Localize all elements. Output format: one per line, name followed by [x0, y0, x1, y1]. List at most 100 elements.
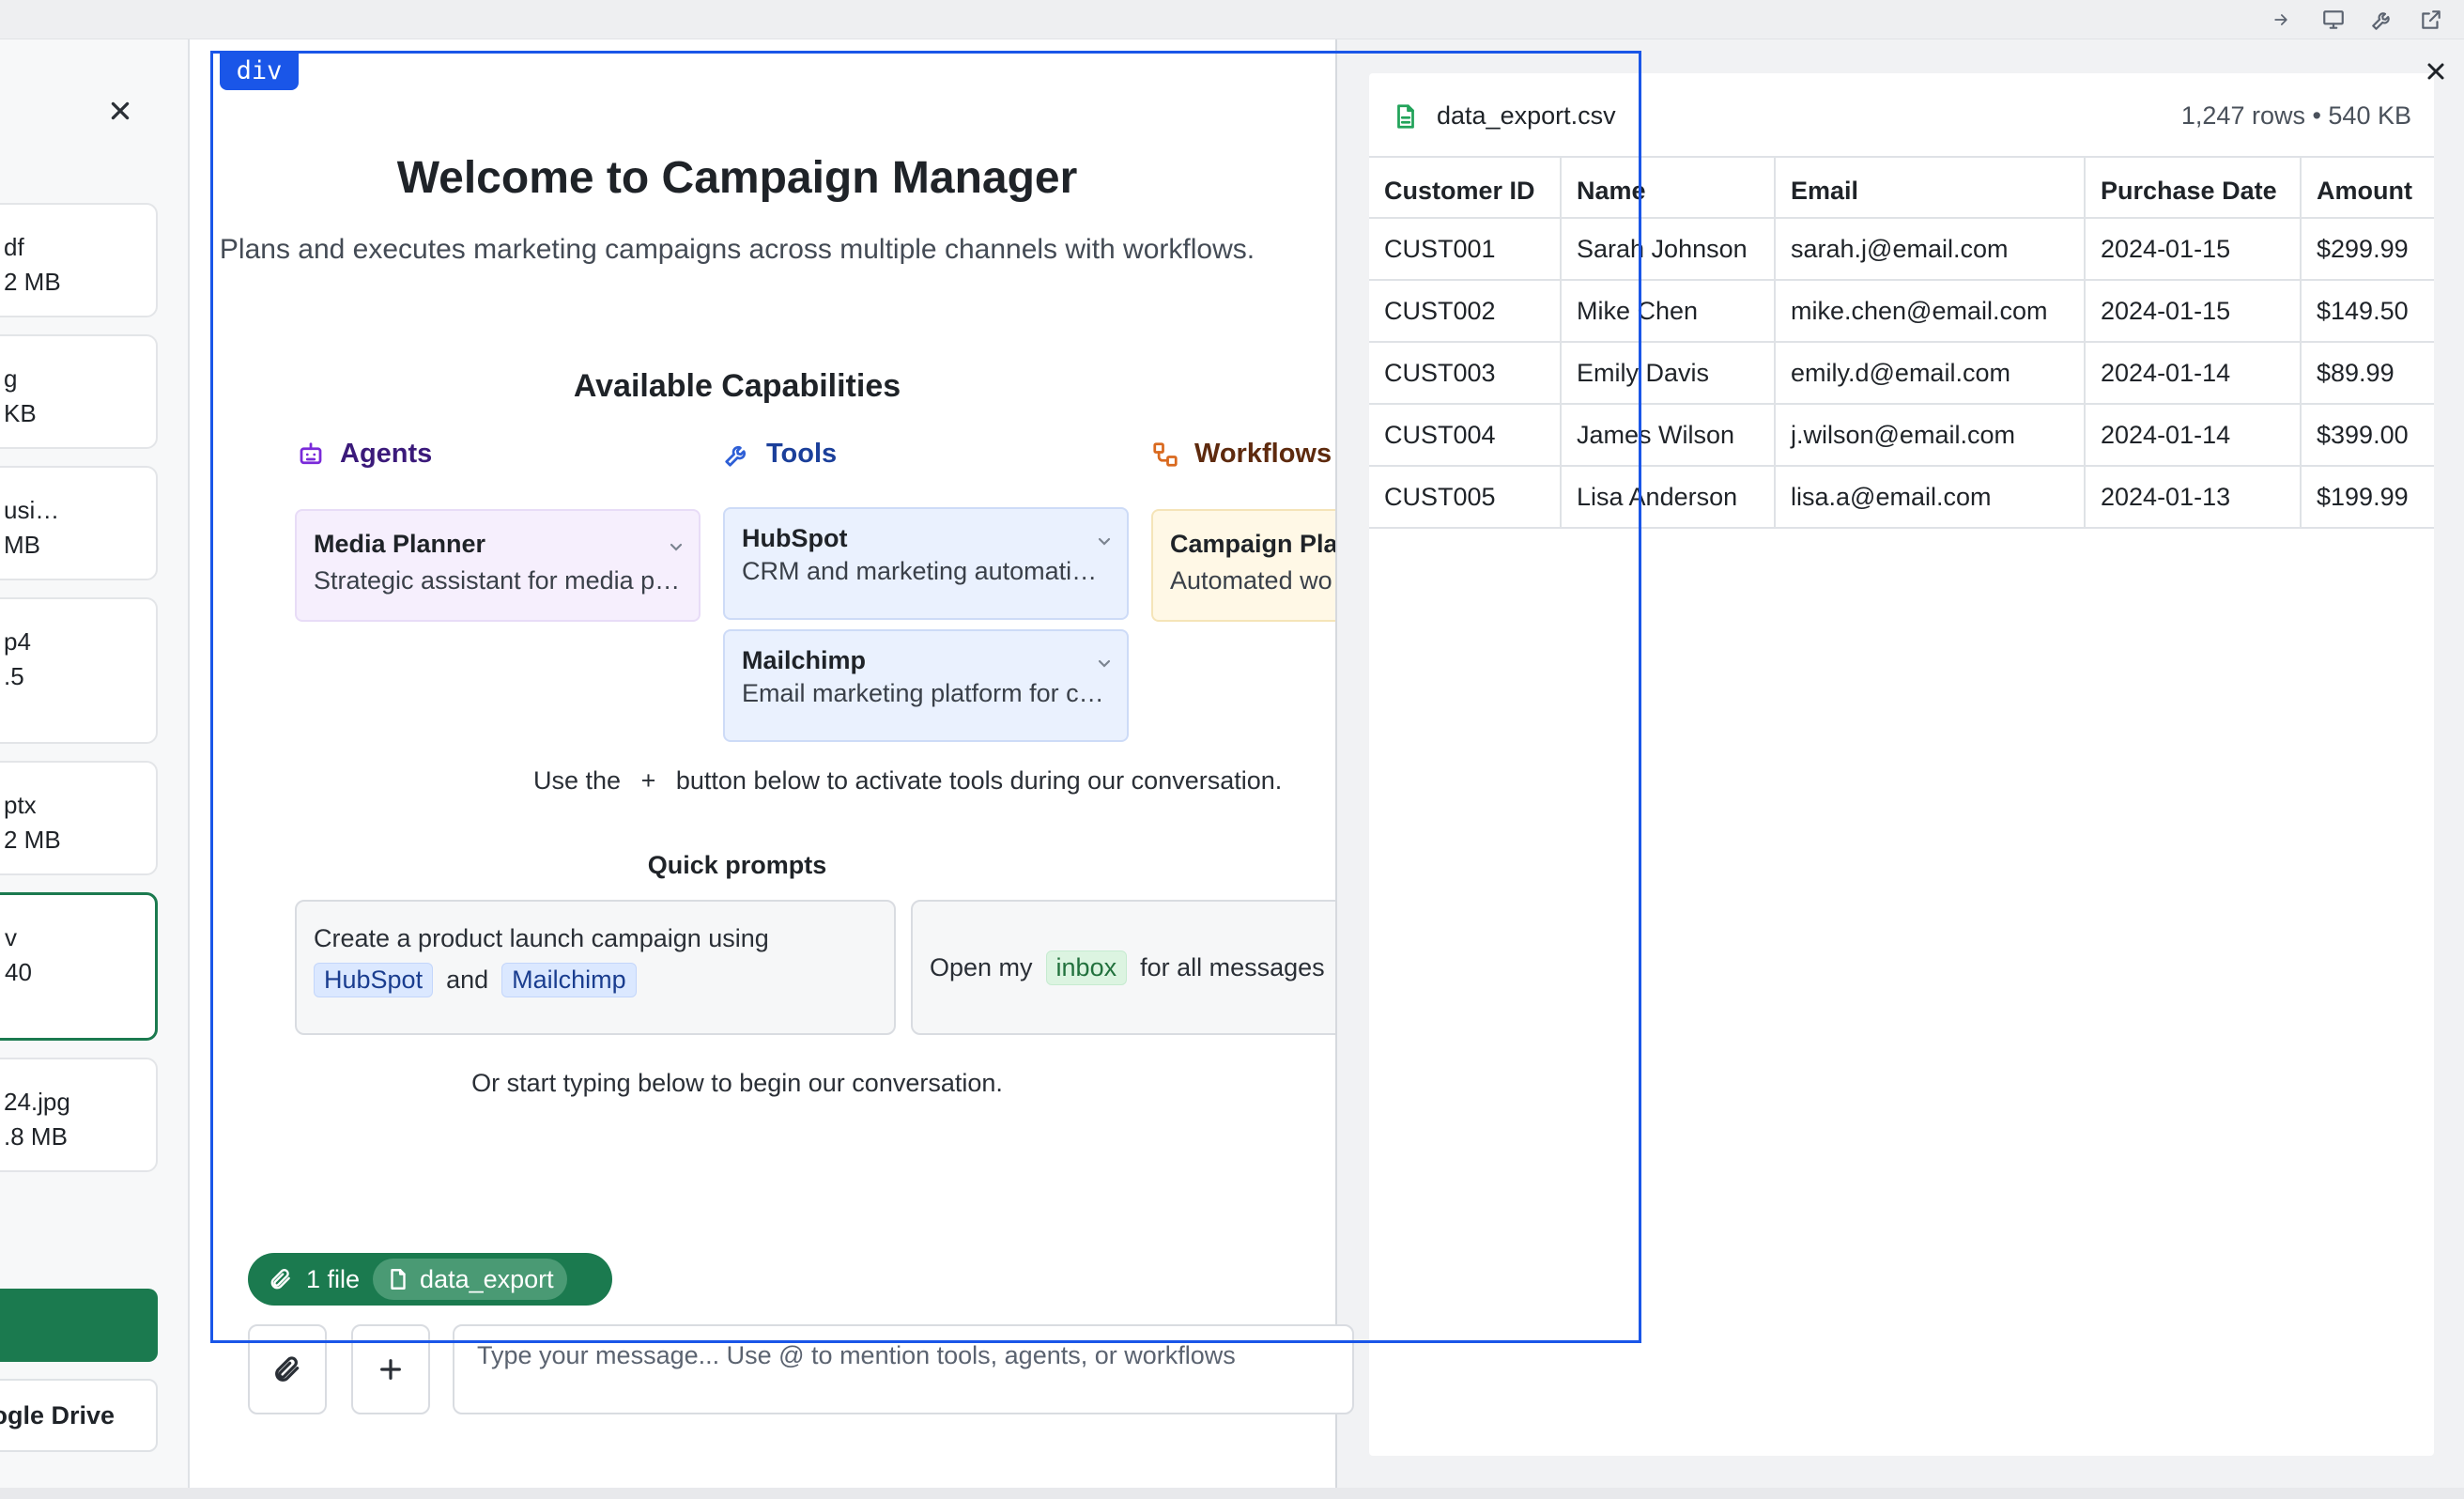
browser-toolbar: [0, 0, 2464, 39]
table-cell: Mike Chen: [1561, 280, 1776, 343]
file-name: ptx: [4, 791, 37, 819]
file-size: 2 MB: [4, 268, 61, 296]
agents-heading: Agents: [297, 439, 432, 470]
external-link-icon[interactable]: [2417, 6, 2445, 34]
wrench-icon[interactable]: [2368, 6, 2396, 34]
tools-label: Tools: [766, 439, 838, 469]
table-row: CUST004 James Wilson j.wilson@email.com …: [1369, 404, 2434, 467]
table-cell: 2024-01-15: [2085, 218, 2302, 281]
prompt-prefix: Open my: [930, 952, 1033, 981]
chevron-down-icon[interactable]: [1095, 654, 1114, 672]
table-header-row: Customer ID Name Email Purchase Date Amo…: [1369, 158, 2434, 219]
attachment-filename: data_export: [420, 1264, 554, 1293]
chevron-down-icon[interactable]: [667, 537, 685, 556]
wrench-icon: [725, 445, 747, 467]
table-cell: 2024-01-14: [2085, 404, 2302, 467]
close-preview-button[interactable]: [2417, 54, 2455, 88]
table-cell: James Wilson: [1561, 404, 1776, 467]
tool-name: Mailchimp: [742, 646, 867, 674]
tool-name: HubSpot: [742, 524, 848, 552]
hint-prefix: Use the: [533, 766, 622, 795]
file-card[interactable]: 24.jpg .8 MB: [0, 1058, 158, 1172]
close-sidebar-button[interactable]: [101, 92, 139, 130]
file-size: 2 MB: [4, 826, 61, 854]
column-header[interactable]: Purchase Date: [2085, 158, 2302, 219]
column-header[interactable]: Name: [1561, 158, 1776, 219]
workflow-card-campaign-plan[interactable]: Campaign Plan Automated wo: [1151, 509, 1335, 622]
file-name: data_export.csv: [1437, 101, 1616, 130]
arrow-right-icon[interactable]: [2267, 6, 2295, 34]
chevron-down-icon[interactable]: [1095, 532, 1114, 550]
tool-tag-hubspot: HubSpot: [314, 963, 434, 997]
table-row: CUST002 Mike Chen mike.chen@email.com 20…: [1369, 280, 2434, 343]
attachment-pill[interactable]: 1 file data_export: [248, 1253, 612, 1306]
file-preview-header: data_export.csv 1,247 rows • 540 KB: [1369, 73, 2434, 158]
quick-prompts-title: Quick prompts: [647, 851, 827, 879]
plus-icon: +: [640, 766, 656, 795]
prompt-suffix: for all messages: [1140, 952, 1325, 981]
tools-heading: Tools: [723, 439, 837, 470]
file-size: 40: [5, 958, 32, 986]
paperclip-icon: [270, 1269, 290, 1290]
file-card-selected[interactable]: v 40: [0, 892, 158, 1041]
tool-card-mailchimp[interactable]: Mailchimp Email marketing platform for c…: [723, 629, 1129, 742]
table-cell: mike.chen@email.com: [1775, 280, 2086, 343]
file-name: g: [4, 364, 18, 393]
message-input[interactable]: [453, 1324, 1354, 1414]
table-cell: 2024-01-13: [2085, 466, 2302, 529]
table-row: CUST001 Sarah Johnson sarah.j@email.com …: [1369, 218, 2434, 281]
table-cell: sarah.j@email.com: [1775, 218, 2086, 281]
inbox-tag: inbox: [1045, 950, 1128, 985]
table-row: CUST003 Emily Davis emily.d@email.com 20…: [1369, 342, 2434, 405]
table-cell: lisa.a@email.com: [1775, 466, 2086, 529]
column-header[interactable]: Customer ID: [1369, 158, 1562, 219]
agent-card-media-planner[interactable]: Media Planner Strategic assistant for me…: [295, 509, 701, 622]
quick-prompt-open-inbox[interactable]: Open my inbox for all messages: [911, 900, 1335, 1035]
add-tool-button[interactable]: [351, 1324, 430, 1414]
table-cell: j.wilson@email.com: [1775, 404, 2086, 467]
file-size: .5: [4, 662, 24, 690]
upload-button[interactable]: [0, 1289, 158, 1362]
agent-description: Strategic assistant for media planning: [314, 566, 682, 595]
table-cell: $89.99: [2301, 342, 2434, 405]
file-card[interactable]: usi… MB: [0, 466, 158, 580]
bottom-scrollbar[interactable]: [0, 1488, 2464, 1499]
file-card[interactable]: g KB: [0, 334, 158, 449]
activate-tools-hint: Use the + button below to activate tools…: [533, 766, 1282, 796]
file-card[interactable]: ptx 2 MB: [0, 761, 158, 875]
quick-prompt-launch-campaign[interactable]: Create a product launch campaign using H…: [295, 900, 896, 1035]
attachment-chip[interactable]: data_export: [373, 1259, 567, 1300]
tool-card-hubspot[interactable]: HubSpot CRM and marketing automation pla…: [723, 507, 1129, 620]
file-name: v: [5, 923, 17, 951]
file-card[interactable]: df 2 MB: [0, 203, 158, 317]
tool-description: CRM and marketing automation platform: [742, 557, 1110, 585]
table-cell: CUST001: [1369, 218, 1562, 281]
column-header[interactable]: Email: [1775, 158, 2086, 219]
table-row: CUST005 Lisa Anderson lisa.a@email.com 2…: [1369, 466, 2434, 529]
file-icon: [391, 1269, 406, 1290]
close-icon: [111, 101, 130, 120]
page-subtitle: Plans and executes marketing campaigns a…: [219, 234, 1255, 265]
file-name: usi…: [4, 496, 60, 524]
agent-name: Media Planner: [314, 530, 486, 558]
table-cell: CUST005: [1369, 466, 1562, 529]
attach-file-button[interactable]: [248, 1324, 327, 1414]
table-cell: 2024-01-14: [2085, 342, 2302, 405]
google-drive-button[interactable]: ogle Drive: [0, 1379, 158, 1452]
column-header[interactable]: Amount: [2301, 158, 2434, 219]
data-table: Customer ID Name Email Purchase Date Amo…: [1369, 158, 2434, 529]
table-cell: CUST003: [1369, 342, 1562, 405]
spreadsheet-file-icon: [1392, 101, 1420, 131]
file-card[interactable]: p4 .5: [0, 597, 158, 744]
table-cell: Emily Davis: [1561, 342, 1776, 405]
workflow-icon: [1153, 441, 1178, 467]
robot-icon: [300, 441, 322, 464]
file-name: p4: [4, 627, 31, 656]
file-preview-panel: data_export.csv 1,247 rows • 540 KB Cust…: [1369, 73, 2434, 1456]
plus-icon: [380, 1359, 401, 1380]
page-title: Welcome to Campaign Manager: [396, 153, 1078, 203]
start-typing-hint: Or start typing below to begin our conve…: [471, 1069, 1003, 1097]
monitor-icon[interactable]: [2319, 6, 2348, 34]
capabilities-title: Available Capabilities: [573, 368, 901, 404]
inspector-element-tag: div: [220, 51, 299, 90]
